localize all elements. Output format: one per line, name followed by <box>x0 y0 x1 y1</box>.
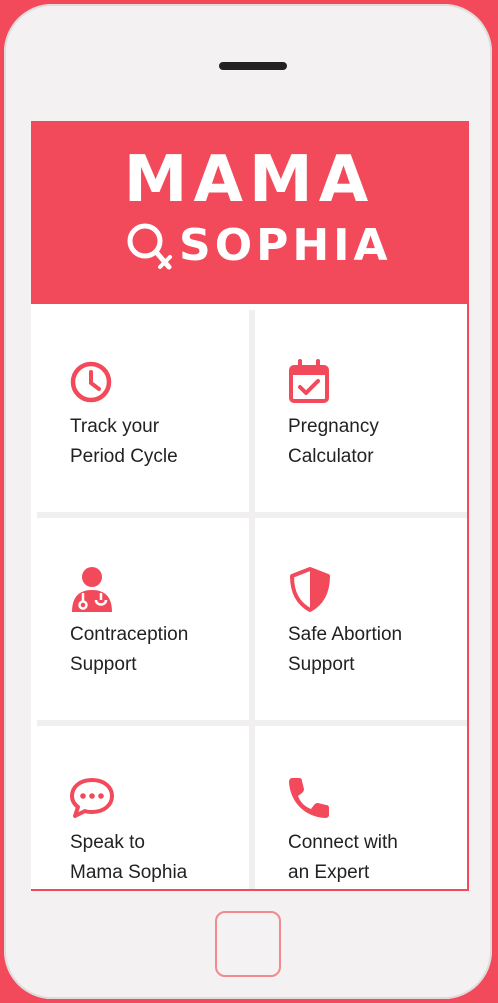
tile-label-line1: Pregnancy <box>288 416 379 437</box>
tile-label-line1: Connect with <box>288 832 398 853</box>
tile-label-line2: Calculator <box>288 446 374 467</box>
tile-label-line1: Safe Abortion <box>288 624 403 645</box>
tile-connect-with-expert[interactable]: Connect with an Expert <box>255 726 467 889</box>
calendar-check-icon <box>289 359 329 403</box>
doctor-icon <box>72 567 112 612</box>
tile-label: Track your Period Cycle <box>70 412 240 472</box>
tile-label-line1: Track your <box>70 416 160 437</box>
tile-label-line1: Contraception <box>70 624 189 645</box>
tile-pregnancy-calculator[interactable]: Pregnancy Calculator <box>255 310 467 512</box>
tile-contraception-support[interactable]: Contraception Support <box>37 518 249 720</box>
tile-label-line2: Period Cycle <box>70 446 178 467</box>
tile-label-line2: Mama Sophia <box>70 862 188 883</box>
phone-icon <box>289 778 329 818</box>
clock-icon <box>70 361 112 403</box>
tile-label-line2: Support <box>288 654 355 675</box>
app-screen: MAMA SOPHIA Track your Period Cycle Preg… <box>31 121 469 891</box>
shield-icon <box>290 567 330 612</box>
speaker-slot <box>219 62 287 70</box>
app-header: MAMA SOPHIA <box>31 121 467 304</box>
logo-bottom-text: SOPHIA <box>179 220 392 271</box>
phone-frame: MAMA SOPHIA Track your Period Cycle Preg… <box>4 4 492 999</box>
tile-label: Pregnancy Calculator <box>288 412 458 472</box>
tile-track-period[interactable]: Track your Period Cycle <box>37 310 249 512</box>
tile-speak-to-mama-sophia[interactable]: Speak to Mama Sophia <box>37 726 249 889</box>
chat-bubble-icon <box>70 778 114 818</box>
tile-label: Safe Abortion Support <box>288 620 458 680</box>
logo-title-top: MAMA <box>123 143 375 217</box>
tile-label-line1: Speak to <box>70 832 145 853</box>
tile-label-line2: Support <box>70 654 137 675</box>
tile-label: Connect with an Expert <box>288 828 458 888</box>
tile-label-line2: an Expert <box>288 862 370 883</box>
feature-grid: Track your Period Cycle Pregnancy Calcul… <box>37 310 467 889</box>
home-button[interactable] <box>215 911 281 977</box>
tile-safe-abortion-support[interactable]: Safe Abortion Support <box>255 518 467 720</box>
tile-label: Speak to Mama Sophia <box>70 828 240 888</box>
tile-label: Contraception Support <box>70 620 240 680</box>
logo-title-bottom: SOPHIA <box>131 221 431 271</box>
